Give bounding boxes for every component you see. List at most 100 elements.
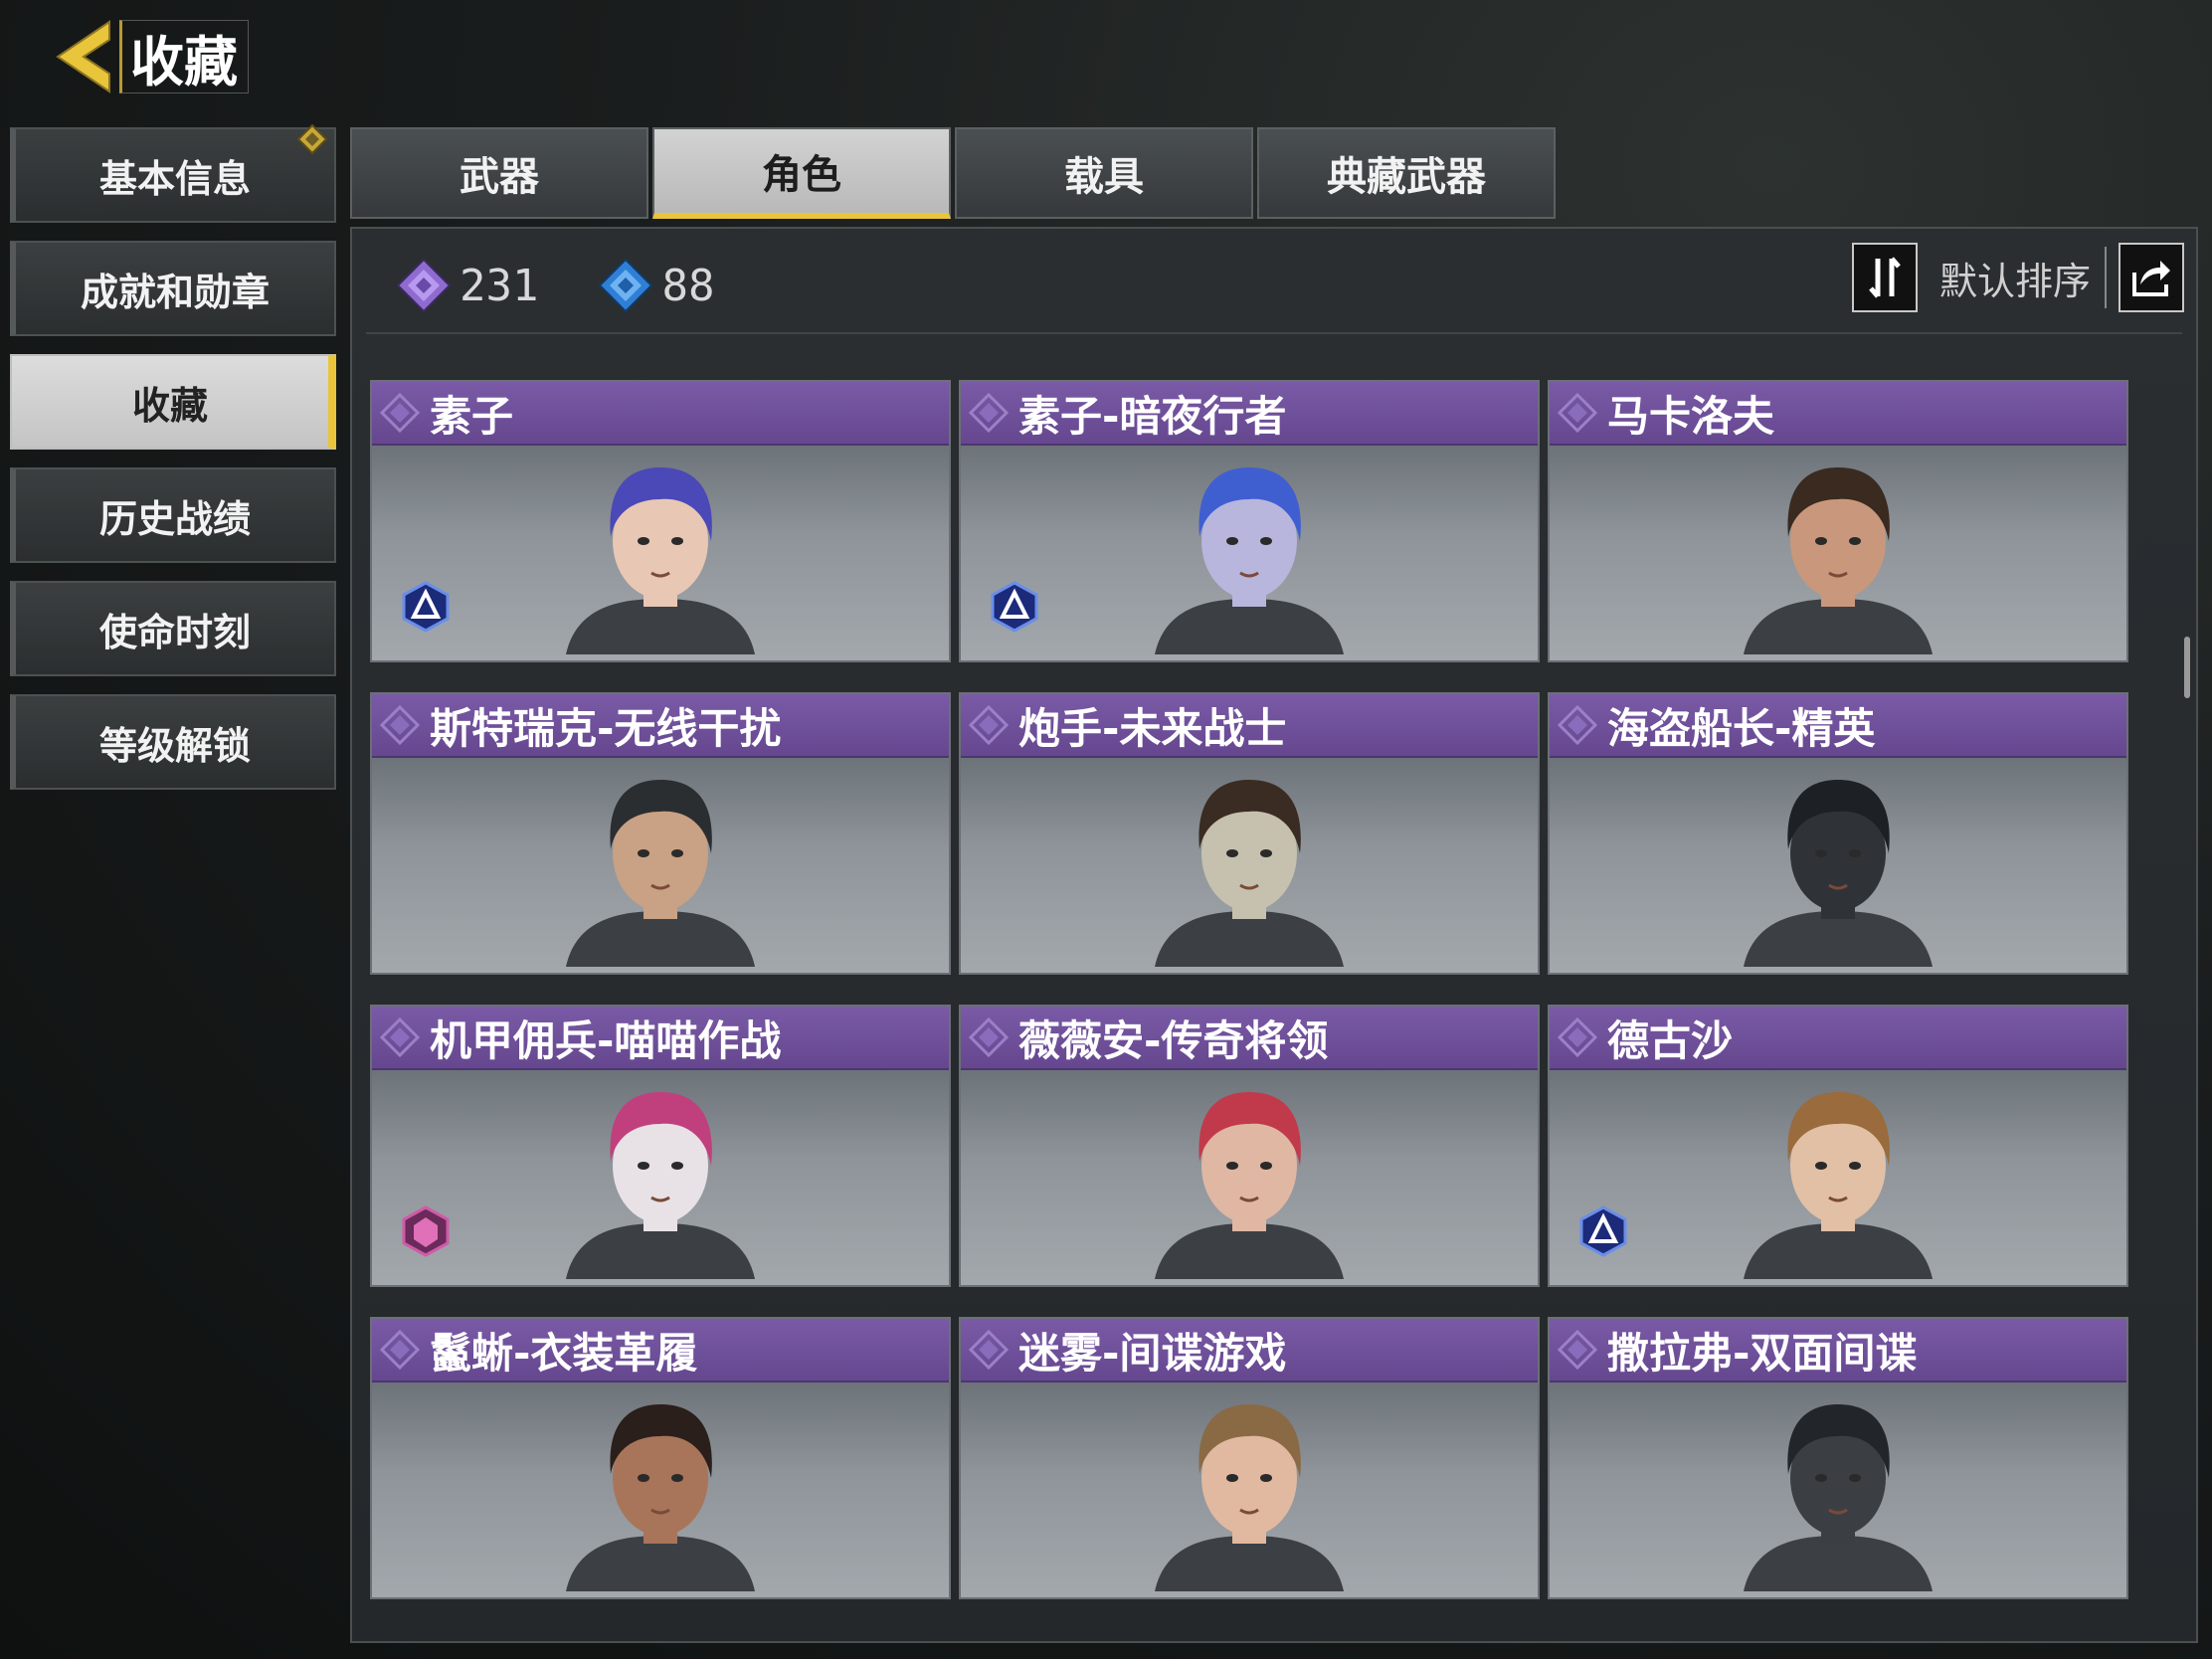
character-card[interactable]: 撒拉弗-双面间谍 xyxy=(1548,1317,2128,1599)
divider xyxy=(2105,247,2107,308)
character-name: 德古沙 xyxy=(1607,1015,1734,1065)
rarity-diamond-icon xyxy=(379,1016,421,1058)
back-arrow-icon xyxy=(52,18,113,95)
blue-rank-icon xyxy=(991,581,1038,633)
sidebar-item-collection[interactable]: 收藏 xyxy=(10,354,336,450)
sidebar: 基本信息 成就和勋章 收藏 历史战绩 使命时刻 等级解锁 xyxy=(10,123,336,808)
blue-rank-icon xyxy=(402,581,450,633)
rarity-diamond-icon xyxy=(968,704,1010,746)
purple-rarity-count: 231 xyxy=(396,258,538,313)
character-portrait xyxy=(566,1092,755,1279)
character-portrait xyxy=(1155,1092,1344,1279)
card-header: 撒拉弗-双面间谍 xyxy=(1550,1319,2126,1382)
character-card[interactable]: 薇薇安-传奇将领 xyxy=(959,1005,1540,1287)
character-portrait xyxy=(1155,780,1344,967)
character-card[interactable]: 机甲佣兵-喵喵作战 xyxy=(370,1005,951,1287)
sidebar-item-mission-moments[interactable]: 使命时刻 xyxy=(10,581,336,676)
character-portrait xyxy=(566,467,755,654)
card-header: 海盗船长-精英 xyxy=(1550,694,2126,758)
character-card[interactable]: 马卡洛夫 xyxy=(1548,380,2128,662)
sidebar-item-history[interactable]: 历史战绩 xyxy=(10,467,336,563)
rarity-diamond-icon xyxy=(1557,392,1598,434)
card-header: 马卡洛夫 xyxy=(1550,382,2126,446)
character-name: 撒拉弗-双面间谍 xyxy=(1607,1328,1918,1378)
sort-toggle-button[interactable] xyxy=(1851,243,1918,312)
tab-collector-weapons[interactable]: 典藏武器 xyxy=(1257,127,1556,219)
card-header: 鬣蜥-衣装革履 xyxy=(372,1319,949,1382)
card-header: 炮手-未来战士 xyxy=(961,694,1538,758)
character-card[interactable]: 德古沙 xyxy=(1548,1005,2128,1287)
sidebar-item-label: 历史战绩 xyxy=(98,496,251,541)
rarity-diamond-icon xyxy=(1557,1329,1598,1371)
blue-diamond-icon xyxy=(599,258,653,313)
character-card[interactable]: 素子 xyxy=(370,380,951,662)
character-card[interactable]: 炮手-未来战士 xyxy=(959,692,1540,975)
character-card[interactable]: 鬣蜥-衣装革履 xyxy=(370,1317,951,1599)
character-name: 鬣蜥-衣装革履 xyxy=(430,1328,698,1378)
purple-diamond-icon xyxy=(396,258,452,313)
rarity-diamond-icon xyxy=(379,392,421,434)
category-tabs: 武器 角色 载具 典藏武器 xyxy=(350,127,1560,219)
character-card[interactable]: 海盗船长-精英 xyxy=(1548,692,2128,975)
sidebar-item-label: 基本信息 xyxy=(98,156,251,201)
rarity-diamond-icon xyxy=(1557,1016,1598,1058)
sort-mode-label[interactable]: 默认排序 xyxy=(1939,251,2091,305)
back-button[interactable]: 收藏 xyxy=(52,18,249,95)
divider xyxy=(366,332,2182,334)
notification-diamond-icon xyxy=(296,123,328,155)
sidebar-item-label: 等级解锁 xyxy=(98,723,251,768)
character-name: 炮手-未来战士 xyxy=(1018,703,1287,753)
rarity-diamond-icon xyxy=(968,1329,1010,1371)
character-card[interactable]: 素子-暗夜行者 xyxy=(959,380,1540,662)
tab-characters[interactable]: 角色 xyxy=(652,127,951,219)
character-name: 机甲佣兵-喵喵作战 xyxy=(430,1015,782,1065)
card-header: 素子-暗夜行者 xyxy=(961,382,1538,446)
character-name: 素子 xyxy=(430,391,514,441)
card-header: 德古沙 xyxy=(1550,1007,2126,1070)
character-portrait xyxy=(1744,467,1933,654)
character-name: 薇薇安-传奇将领 xyxy=(1018,1015,1329,1065)
character-portrait xyxy=(1744,1092,1933,1279)
character-name: 迷雾-间谍游戏 xyxy=(1018,1328,1287,1378)
pink-rank-icon xyxy=(402,1205,450,1257)
blue-rank-icon xyxy=(1579,1205,1627,1257)
sidebar-item-level-unlock[interactable]: 等级解锁 xyxy=(10,694,336,790)
character-portrait xyxy=(1744,1404,1933,1591)
share-icon xyxy=(2132,261,2170,296)
rarity-diamond-icon xyxy=(968,1016,1010,1058)
rarity-diamond-icon xyxy=(968,392,1010,434)
rarity-diamond-icon xyxy=(1557,704,1598,746)
character-portrait xyxy=(566,780,755,967)
sort-controls: 默认排序 xyxy=(1851,241,2184,314)
sidebar-item-achievements[interactable]: 成就和勋章 xyxy=(10,241,336,336)
sidebar-item-label: 成就和勋章 xyxy=(80,270,270,314)
rarity-diamond-icon xyxy=(379,704,421,746)
character-card[interactable]: 迷雾-间谍游戏 xyxy=(959,1317,1540,1599)
character-name: 素子-暗夜行者 xyxy=(1018,391,1287,441)
sidebar-item-basic-info[interactable]: 基本信息 xyxy=(10,123,336,223)
card-header: 素子 xyxy=(372,382,949,446)
card-header: 薇薇安-传奇将领 xyxy=(961,1007,1538,1070)
sort-arrows-icon xyxy=(1869,257,1901,298)
character-portrait xyxy=(1155,1404,1344,1591)
card-header: 斯特瑞克-无线干扰 xyxy=(372,694,949,758)
page-title: 收藏 xyxy=(119,20,249,93)
rarity-diamond-icon xyxy=(379,1329,421,1371)
rarity-stats: 231 88 xyxy=(396,251,774,320)
character-portrait xyxy=(1744,780,1933,967)
character-portrait xyxy=(1155,467,1344,654)
card-header: 机甲佣兵-喵喵作战 xyxy=(372,1007,949,1070)
collection-panel: 231 88 默认排序 素子 素子-暗夜行者 马卡洛夫 斯特瑞克-无线干扰 炮手… xyxy=(350,227,2198,1643)
character-name: 海盗船长-精英 xyxy=(1607,703,1876,753)
card-header: 迷雾-间谍游戏 xyxy=(961,1319,1538,1382)
character-name: 马卡洛夫 xyxy=(1607,391,1775,441)
sidebar-item-label: 收藏 xyxy=(131,383,208,428)
share-button[interactable] xyxy=(2119,243,2184,312)
tab-weapons[interactable]: 武器 xyxy=(350,127,648,219)
tab-vehicles[interactable]: 载具 xyxy=(955,127,1253,219)
blue-rarity-count: 88 xyxy=(598,258,714,313)
scrollbar[interactable] xyxy=(2184,637,2190,698)
character-card[interactable]: 斯特瑞克-无线干扰 xyxy=(370,692,951,975)
sidebar-item-label: 使命时刻 xyxy=(98,610,251,654)
character-portrait xyxy=(566,1404,755,1591)
